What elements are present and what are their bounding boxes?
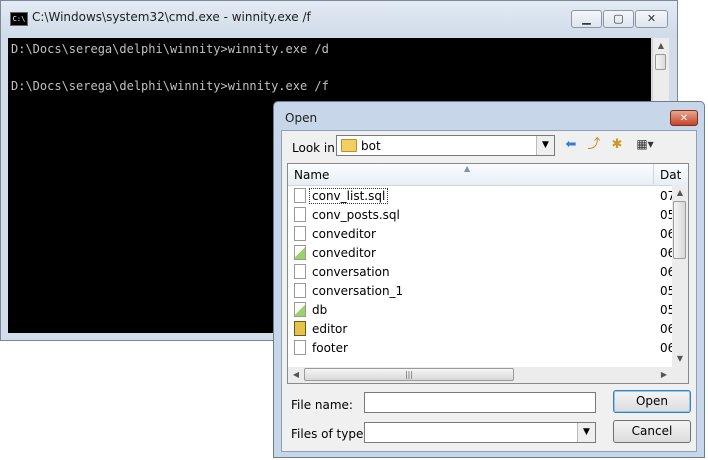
column-name-header[interactable]: Name xyxy=(294,168,329,182)
file-name-input[interactable] xyxy=(364,392,596,413)
dialog-body: Look in: bot ▼ ⬅ ⤴ ✱ ▦▾ Name ▲ Dat conv_… xyxy=(281,130,697,452)
file-name: footer xyxy=(312,341,348,355)
close-icon: ✕ xyxy=(646,12,657,25)
scroll-thumb[interactable] xyxy=(655,54,666,70)
look-in-combobox[interactable]: bot ▼ xyxy=(336,135,555,156)
file-name-label: File name: xyxy=(291,398,353,412)
list-item[interactable]: db 05.0 xyxy=(294,301,687,320)
maximize-button[interactable]: ▢ xyxy=(603,10,634,28)
list-item[interactable]: conv_posts.sql 05.0 xyxy=(294,206,687,225)
cmd-app-icon: C:\ xyxy=(10,12,28,26)
files-of-type-label: Files of type: xyxy=(291,427,368,441)
file-name: conveditor xyxy=(312,246,376,260)
open-dialog[interactable]: Open ✕ Look in: bot ▼ ⬅ ⤴ ✱ ▦▾ Name ▲ Da… xyxy=(273,101,705,458)
edit-file-icon xyxy=(294,302,306,317)
list-item[interactable]: conversation 06.0 xyxy=(294,263,687,282)
cmd-title-bar[interactable]: C:\ C:\Windows\system32\cmd.exe - winnit… xyxy=(1,1,677,37)
dialog-close-button[interactable]: ✕ xyxy=(670,110,698,126)
scroll-thumb[interactable]: ||| xyxy=(304,368,514,381)
scroll-up-icon[interactable]: ▲ xyxy=(672,185,688,201)
file-name: conv_posts.sql xyxy=(312,208,400,222)
minimize-icon: ▁ xyxy=(582,12,591,25)
view-menu-icon[interactable]: ▦▾ xyxy=(631,136,659,153)
exe-icon xyxy=(294,321,306,336)
files-of-type-select[interactable]: ▼ xyxy=(364,422,596,443)
file-name: editor xyxy=(312,322,348,336)
column-header: Name ▲ Dat xyxy=(288,164,688,186)
edit-file-icon xyxy=(294,245,306,260)
console-line: D:\Docs\serega\delphi\winnity>winnity.ex… xyxy=(11,42,329,56)
file-icon xyxy=(294,207,306,222)
scroll-right-icon[interactable]: ▶ xyxy=(656,367,672,383)
list-item[interactable]: footer 06.0 xyxy=(294,339,687,358)
scroll-thumb[interactable] xyxy=(673,201,686,259)
cancel-button[interactable]: Cancel xyxy=(613,420,691,443)
list-item[interactable]: conveditor 06.0 xyxy=(294,244,687,263)
file-name: conversation xyxy=(312,265,390,279)
text-file-icon xyxy=(294,264,306,279)
list-item[interactable]: conv_list.sql 07.0 xyxy=(294,187,687,206)
scroll-left-icon[interactable]: ◀ xyxy=(288,367,304,383)
file-name: conveditor xyxy=(312,227,376,241)
console-line: D:\Docs\serega\delphi\winnity>winnity.ex… xyxy=(11,79,329,93)
text-file-icon xyxy=(294,283,306,298)
open-button[interactable]: Open xyxy=(613,390,691,413)
file-icon xyxy=(294,226,306,241)
column-date-header[interactable]: Dat xyxy=(660,168,681,182)
chevron-down-icon[interactable]: ▼ xyxy=(536,136,554,155)
back-arrow-icon[interactable]: ⬅ xyxy=(562,136,580,153)
file-icon xyxy=(294,188,306,203)
list-item[interactable]: conversation_1 05.0 xyxy=(294,282,687,301)
scroll-up-icon[interactable]: ▲ xyxy=(653,38,669,54)
scroll-down-icon[interactable]: ▼ xyxy=(672,351,688,367)
sort-ascending-icon: ▲ xyxy=(464,164,471,173)
chevron-down-icon[interactable]: ▼ xyxy=(577,423,595,442)
dialog-title: Open xyxy=(285,111,318,125)
close-icon: ✕ xyxy=(679,113,689,124)
list-item[interactable]: conveditor 06.0 xyxy=(294,225,687,244)
new-folder-icon[interactable]: ✱ xyxy=(608,136,626,153)
list-item[interactable]: editor 06.0 xyxy=(294,320,687,339)
up-folder-icon[interactable]: ⤴ xyxy=(585,136,603,153)
look-in-value: bot xyxy=(361,139,381,153)
horizontal-scrollbar[interactable]: ◀ ||| ▶ xyxy=(288,367,688,383)
vertical-scrollbar[interactable]: ▲ ▼ xyxy=(672,185,688,367)
maximize-icon: ▢ xyxy=(613,12,624,25)
cmd-window-title: C:\Windows\system32\cmd.exe - winnity.ex… xyxy=(32,10,311,24)
column-divider[interactable] xyxy=(653,164,654,184)
file-icon xyxy=(294,340,306,355)
close-button[interactable]: ✕ xyxy=(635,10,668,28)
file-name: conv_list.sql xyxy=(308,188,389,204)
file-name: conversation_1 xyxy=(312,284,404,298)
minimize-button[interactable]: ▁ xyxy=(571,10,602,28)
file-name: db xyxy=(312,303,328,317)
file-list[interactable]: Name ▲ Dat conv_list.sql 07.0 conv_posts… xyxy=(287,163,689,384)
look-in-label: Look in: xyxy=(292,141,339,155)
folder-icon xyxy=(341,139,357,152)
